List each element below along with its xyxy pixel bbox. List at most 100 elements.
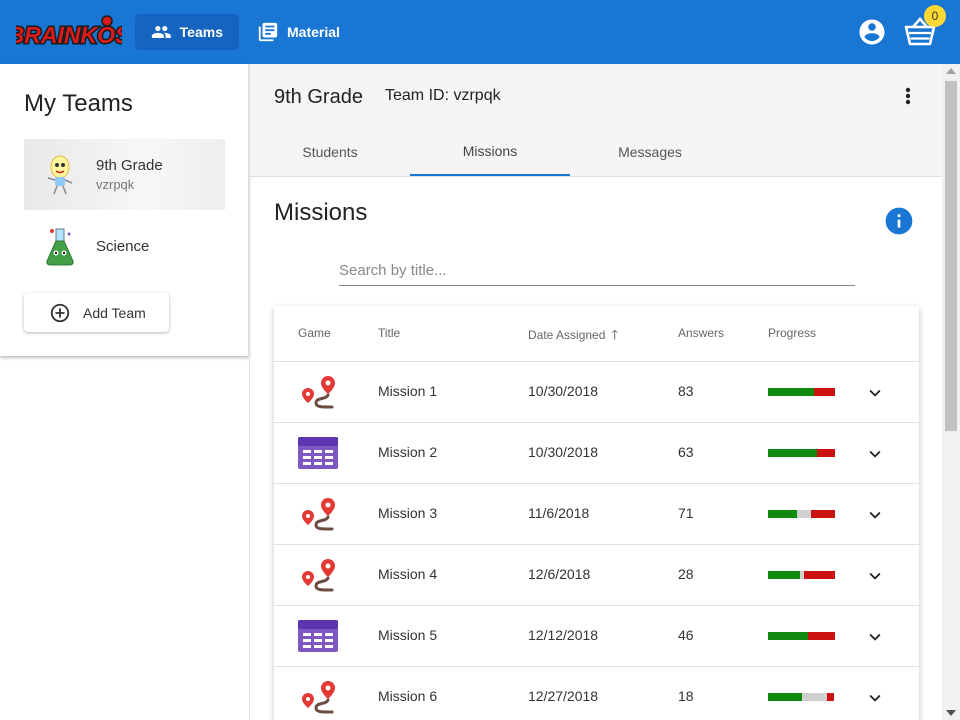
missions-table: Game Title Date Assigned 🡑 Answers Progre…: [274, 306, 919, 720]
mission-date: 12/27/2018: [528, 688, 599, 704]
column-header-progress[interactable]: Progress: [768, 326, 816, 340]
top-app-bar: BRAINKOS Teams Material 0: [0, 0, 960, 64]
nav-material-button[interactable]: Material: [241, 14, 356, 50]
team-name: 9th Grade: [96, 157, 163, 174]
table-header: Game Title Date Assigned 🡑 Answers Progre…: [274, 306, 919, 362]
progress-bar: [768, 632, 835, 640]
mission-answers: 28: [678, 566, 694, 582]
mission-date: 11/6/2018: [528, 505, 590, 521]
mission-date: 10/30/2018: [528, 383, 599, 399]
mission-title: Mission 3: [378, 505, 438, 521]
expand-chevron-icon[interactable]: [864, 687, 886, 709]
team-tabs: Students Missions Messages: [250, 128, 942, 177]
progress-wrong-segment: [814, 388, 835, 396]
nav-teams-label: Teams: [179, 24, 223, 40]
tab-students[interactable]: Students: [250, 128, 410, 176]
progress-correct-segment: [768, 388, 814, 396]
brainkos-logo[interactable]: BRAINKOS: [16, 14, 122, 52]
progress-wrong-segment: [808, 632, 835, 640]
progress-bar: [768, 571, 835, 579]
progress-bar: [768, 510, 835, 518]
library-books-icon: [258, 22, 278, 42]
mission-date: 10/30/2018: [528, 444, 599, 460]
mission-answers: 63: [678, 444, 694, 460]
team-title: 9th Grade: [274, 86, 363, 108]
scroll-down-arrow-icon[interactable]: [946, 710, 956, 716]
table-game-icon: [298, 437, 338, 469]
progress-correct-segment: [768, 693, 802, 701]
sidebar-title: My Teams: [24, 90, 133, 117]
mission-title: Mission 6: [378, 688, 438, 704]
team-id: vzrpqk: [96, 177, 135, 192]
table-row[interactable]: Mission 6 12/27/2018 18: [274, 667, 919, 720]
mission-answers: 18: [678, 688, 694, 704]
progress-wrong-segment: [811, 510, 835, 518]
sort-arrow-up-icon: 🡑: [611, 327, 619, 342]
table-row[interactable]: Mission 2 10/30/2018 63: [274, 423, 919, 484]
missions-title: Missions: [274, 199, 368, 226]
mission-title: Mission 2: [378, 444, 438, 460]
mission-answers: 46: [678, 627, 694, 643]
mission-title: Mission 1: [378, 383, 438, 399]
column-header-answers[interactable]: Answers: [678, 326, 724, 340]
nav-material-label: Material: [287, 24, 340, 40]
progress-bar: [768, 388, 835, 396]
progress-wrong-segment: [827, 693, 834, 701]
mission-date: 12/12/2018: [528, 627, 599, 643]
column-header-date-assigned[interactable]: Date Assigned 🡑: [528, 326, 618, 348]
teams-sidebar: My Teams 9th Grade vzrpqk Science Add Te…: [0, 64, 249, 356]
team-item-science[interactable]: Science: [24, 212, 225, 282]
date-assigned-label: Date Assigned: [528, 328, 606, 342]
progress-correct-segment: [768, 571, 800, 579]
more-vert-icon[interactable]: [898, 84, 918, 108]
team-item-9th-grade[interactable]: 9th Grade vzrpqk: [24, 139, 225, 210]
info-icon[interactable]: [883, 205, 915, 237]
page-scrollbar[interactable]: [942, 64, 960, 720]
progress-wrong-segment: [817, 449, 835, 457]
progress-pending-segment: [802, 693, 827, 701]
map-game-icon: [302, 559, 335, 592]
scrollbar-thumb[interactable]: [945, 81, 957, 431]
table-game-icon: [298, 620, 338, 652]
expand-chevron-icon[interactable]: [864, 504, 886, 526]
table-row[interactable]: Mission 3 11/6/2018 71: [274, 484, 919, 545]
basket-count-badge: 0: [924, 5, 946, 27]
progress-correct-segment: [768, 632, 808, 640]
map-game-icon: [302, 376, 335, 409]
add-team-button[interactable]: Add Team: [24, 293, 169, 332]
add-circle-outline-icon: [50, 303, 70, 322]
map-game-icon: [302, 681, 335, 714]
column-header-game[interactable]: Game: [298, 326, 331, 340]
table-row[interactable]: Mission 5 12/12/2018 46: [274, 606, 919, 667]
table-row[interactable]: Mission 4 12/6/2018 28: [274, 545, 919, 606]
tab-messages[interactable]: Messages: [570, 128, 730, 176]
mission-title: Mission 4: [378, 566, 438, 582]
people-icon: [151, 25, 171, 39]
progress-bar: [768, 693, 835, 701]
account-circle-icon[interactable]: [857, 17, 887, 47]
expand-chevron-icon[interactable]: [864, 443, 886, 465]
team-name: Science: [96, 238, 150, 255]
expand-chevron-icon[interactable]: [864, 626, 886, 648]
column-header-title[interactable]: Title: [378, 326, 400, 340]
mission-title: Mission 5: [378, 627, 438, 643]
tab-missions[interactable]: Missions: [410, 128, 570, 176]
expand-chevron-icon[interactable]: [864, 565, 886, 587]
mission-date: 12/6/2018: [528, 566, 591, 582]
progress-bar: [768, 449, 835, 457]
scroll-up-arrow-icon[interactable]: [946, 68, 956, 74]
team-id-label: Team ID: vzrpqk: [385, 87, 501, 104]
lightbulb-mascot-icon: [47, 155, 73, 195]
nav-teams-button[interactable]: Teams: [135, 14, 239, 50]
expand-chevron-icon[interactable]: [864, 382, 886, 404]
team-header: 9th Grade Team ID: vzrpqk: [250, 64, 942, 128]
table-row[interactable]: Mission 1 10/30/2018 83: [274, 362, 919, 423]
flask-mascot-icon: [46, 228, 74, 266]
search-input[interactable]: [339, 256, 855, 286]
progress-wrong-segment: [804, 571, 835, 579]
map-game-icon: [302, 498, 335, 531]
progress-correct-segment: [768, 510, 797, 518]
mission-answers: 71: [678, 505, 694, 521]
progress-pending-segment: [797, 510, 811, 518]
mission-answers: 83: [678, 383, 694, 399]
